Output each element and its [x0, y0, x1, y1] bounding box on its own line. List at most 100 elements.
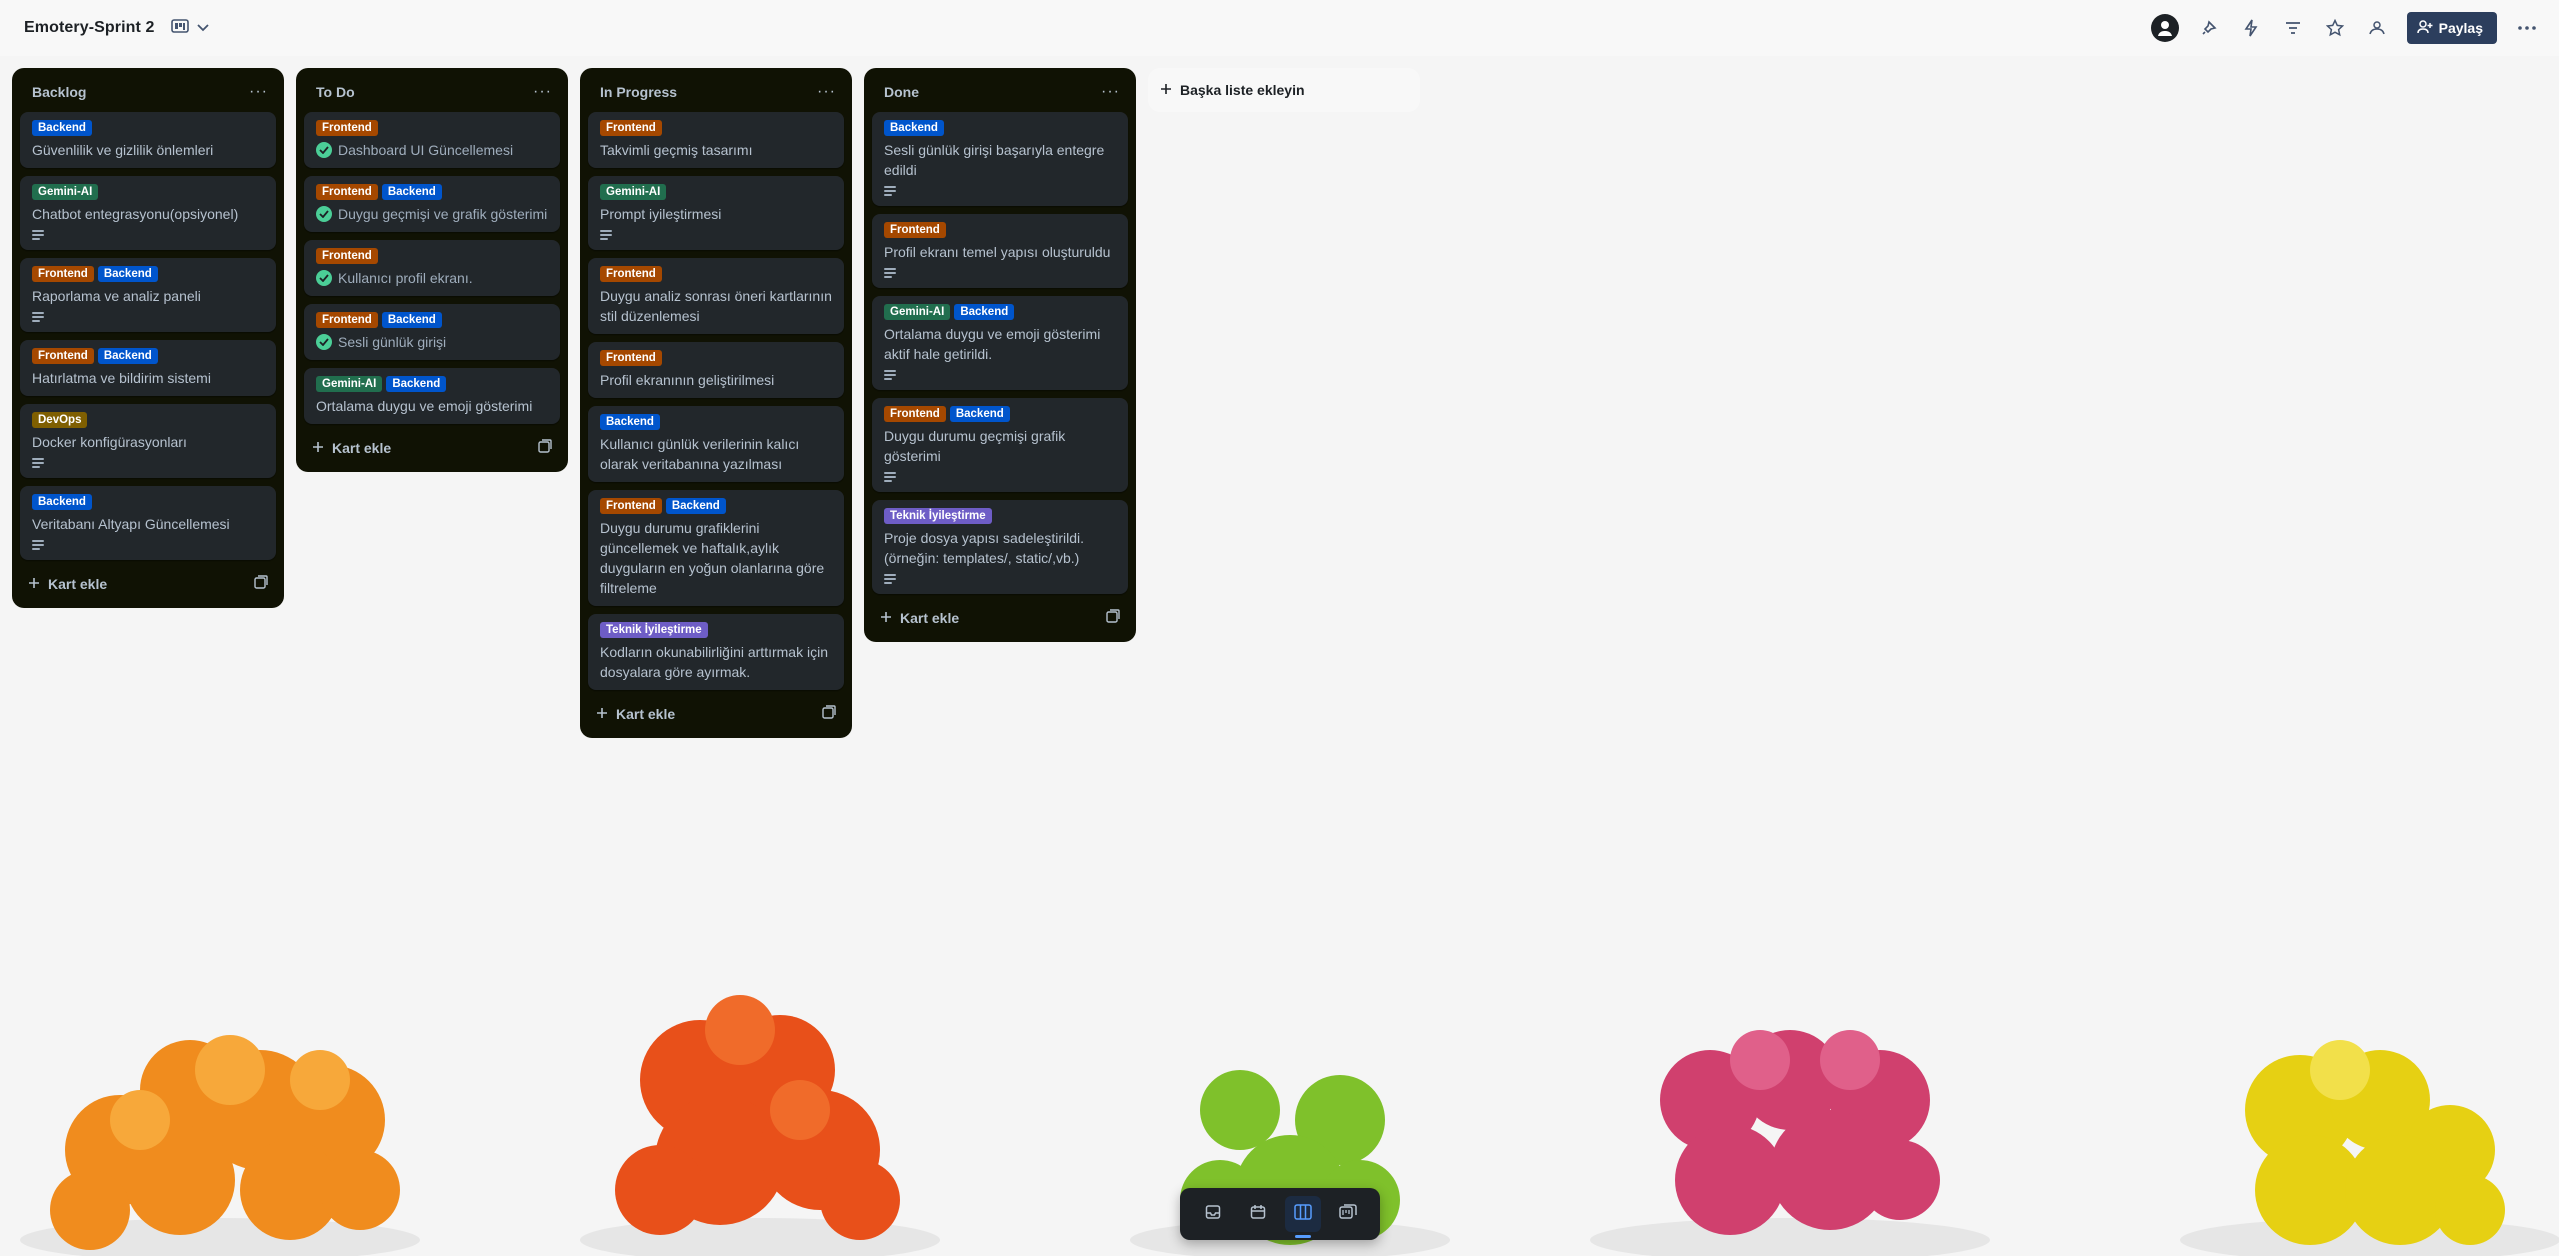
card[interactable]: Frontend Backend Duygu durumu grafiklerini… [588, 490, 844, 606]
card[interactable]: Frontend Dashboard UI Güncellemesi [304, 112, 560, 168]
create-from-template-icon[interactable] [254, 574, 268, 594]
power-ups-icon[interactable] [2197, 16, 2221, 40]
planner-button[interactable] [1240, 1196, 1276, 1232]
card-label[interactable]: Gemini-AI [884, 304, 951, 320]
card-title-row: Chatbot entegrasyonu(opsiyonel) [32, 204, 264, 224]
card-label[interactable]: Backend [32, 120, 92, 136]
card[interactable]: Gemini-AI Backend Ortalama duygu ve emoji … [304, 368, 560, 424]
list-actions-icon[interactable]: ··· [533, 84, 552, 100]
card[interactable]: Frontend Kullanıcı profil ekranı. [304, 240, 560, 296]
list-title[interactable]: Backlog [32, 84, 86, 100]
list-actions-icon[interactable]: ··· [1101, 84, 1120, 100]
share-button[interactable]: Paylaş [2406, 12, 2497, 44]
card[interactable]: Teknik İyileştirme Kodların okunabilirliğ… [588, 614, 844, 690]
list-header[interactable]: Done ··· [872, 76, 1128, 108]
create-from-template-icon[interactable] [1106, 608, 1120, 628]
board-title[interactable]: Emotery-Sprint 2 [24, 19, 155, 37]
list-actions-icon[interactable]: ··· [817, 84, 836, 100]
card-label[interactable]: Frontend [316, 120, 378, 136]
card-title: Ortalama duygu ve emoji gösterimi aktif … [884, 326, 1101, 362]
card-label[interactable]: Gemini-AI [600, 184, 667, 200]
card[interactable]: Frontend Backend Duygu durumu geçmişi graf… [872, 398, 1128, 492]
card-label[interactable]: Frontend [600, 120, 662, 136]
checkmark-icon[interactable] [316, 206, 332, 222]
list-header[interactable]: In Progress ··· [588, 76, 844, 108]
card-label[interactable]: Gemini-AI [32, 184, 99, 200]
star-icon[interactable] [2323, 16, 2347, 40]
card-label[interactable]: Gemini-AI [316, 376, 383, 392]
more-menu-icon[interactable] [2515, 16, 2539, 40]
card[interactable]: Frontend Backend Hatırlatma ve bildirim si… [20, 340, 276, 396]
card[interactable]: Frontend Duygu analiz sonrası öneri kartl… [588, 258, 844, 334]
card-label[interactable]: Frontend [316, 184, 378, 200]
card-labels: Frontend [600, 350, 832, 366]
card[interactable]: Gemini-AI Backend Ortalama duygu ve emoji … [872, 296, 1128, 390]
card[interactable]: Backend Kullanıcı günlük verilerinin kalı… [588, 406, 844, 482]
card[interactable]: Teknik İyileştirme Proje dosya yapısı sad… [872, 500, 1128, 594]
card-label[interactable]: DevOps [32, 412, 88, 428]
list-actions-icon[interactable]: ··· [249, 84, 268, 100]
add-card-button[interactable]: Kart ekle [28, 576, 107, 592]
board-view-switcher[interactable] [170, 18, 209, 39]
card-label[interactable]: Frontend [884, 406, 946, 422]
add-card-button[interactable]: Kart ekle [312, 440, 391, 456]
card-label[interactable]: Frontend [884, 222, 946, 238]
card[interactable]: Gemini-AI Chatbot entegrasyonu(opsiyonel) [20, 176, 276, 250]
card-title-row: Duygu durumu geçmişi grafik gösterimi [884, 426, 1116, 466]
card[interactable]: Backend Sesli günlük girişi başarıyla ent… [872, 112, 1128, 206]
switch-boards-button[interactable] [1330, 1196, 1366, 1232]
inbox-button[interactable] [1195, 1196, 1231, 1232]
list-title[interactable]: Done [884, 84, 919, 100]
card[interactable]: Frontend Takvimli geçmiş tasarımı [588, 112, 844, 168]
card-label[interactable]: Backend [381, 184, 442, 200]
card-label[interactable]: Frontend [32, 266, 94, 282]
card-label[interactable]: Frontend [316, 312, 378, 328]
card-label[interactable]: Backend [949, 406, 1010, 422]
card-label[interactable]: Backend [600, 414, 660, 430]
list-title[interactable]: In Progress [600, 84, 677, 100]
visibility-icon[interactable] [2365, 16, 2389, 40]
board-button[interactable] [1284, 1196, 1321, 1238]
add-card-button[interactable]: Kart ekle [880, 610, 959, 626]
filter-icon[interactable] [2281, 16, 2305, 40]
card-label[interactable]: Frontend [600, 266, 662, 282]
checkmark-icon[interactable] [316, 334, 332, 350]
card-label[interactable]: Frontend [600, 350, 662, 366]
card-label[interactable]: Backend [32, 494, 92, 510]
add-card-label: Kart ekle [332, 440, 392, 456]
card-label[interactable]: Frontend [316, 248, 378, 264]
automation-icon[interactable] [2239, 16, 2263, 40]
checkmark-icon[interactable] [316, 142, 332, 158]
create-from-template-icon[interactable] [538, 438, 552, 458]
card[interactable]: Gemini-AI Prompt iyileştirmesi [588, 176, 844, 250]
add-list-button[interactable]: Başka liste ekleyin [1148, 68, 1420, 112]
card[interactable]: Backend Güvenlilik ve gizlilik önlemleri [20, 112, 276, 168]
create-from-template-icon[interactable] [822, 704, 836, 724]
card-label[interactable]: Backend [386, 376, 447, 392]
list-title[interactable]: To Do [316, 84, 355, 100]
card[interactable]: DevOps Docker konfigürasyonları [20, 404, 276, 478]
checkmark-icon[interactable] [316, 270, 332, 286]
card-label[interactable]: Backend [97, 266, 158, 282]
card-label[interactable]: Teknik İyileştirme [884, 508, 992, 524]
card[interactable]: Frontend Backend Raporlama ve analiz panel… [20, 258, 276, 332]
card-label[interactable]: Frontend [600, 498, 662, 514]
card-label[interactable]: Backend [381, 312, 442, 328]
list-header[interactable]: Backlog ··· [20, 76, 276, 108]
card-label[interactable]: Frontend [32, 348, 94, 364]
card-title-row: Takvimli geçmiş tasarımı [600, 140, 832, 160]
list-header[interactable]: To Do ··· [304, 76, 560, 108]
add-card-button[interactable]: Kart ekle [596, 706, 675, 722]
card[interactable]: Frontend Backend Duygu geçmişi ve grafik g… [304, 176, 560, 232]
card[interactable]: Backend Veritabanı Altyapı Güncellemesi [20, 486, 276, 560]
member-avatar[interactable] [2150, 14, 2179, 42]
card-label[interactable]: Backend [97, 348, 158, 364]
card[interactable]: Frontend Profil ekranı temel yapısı oluşt… [872, 214, 1128, 288]
card-label[interactable]: Backend [884, 120, 944, 136]
card[interactable]: Frontend Backend Sesli günlük girişi [304, 304, 560, 360]
card[interactable]: Frontend Profil ekranının geliştirilmesi [588, 342, 844, 398]
card-title: Duygu durumu geçmişi grafik gösterimi [884, 428, 1066, 464]
card-label[interactable]: Backend [665, 498, 726, 514]
card-label[interactable]: Backend [954, 304, 1015, 320]
card-label[interactable]: Teknik İyileştirme [600, 622, 708, 638]
